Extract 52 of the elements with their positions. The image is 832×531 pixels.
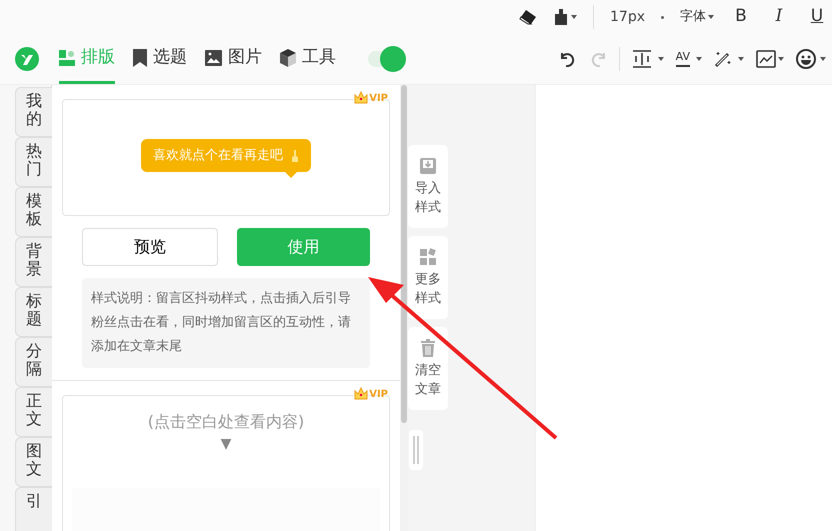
category-tab[interactable]: 背景: [15, 237, 52, 287]
font-family-dropdown[interactable]: 字体: [680, 7, 714, 27]
arrow-label: ▼: [220, 435, 232, 454]
image-icon: [205, 50, 222, 66]
crown-icon: [354, 91, 368, 104]
category-tab[interactable]: 标题: [15, 287, 52, 337]
category-tab[interactable]: 热门: [15, 137, 52, 187]
category-tab[interactable]: 分隔: [15, 337, 52, 387]
toggle-switch[interactable]: [366, 46, 406, 72]
style-description: 样式说明：留言区抖动样式，点击插入后引导粉丝点击在看，同时增加留言区的互动性，请添加在文章末尾: [91, 290, 352, 356]
underline-button[interactable]: U: [806, 4, 828, 30]
nav-tab[interactable]: 工具: [280, 34, 336, 84]
side-action-button[interactable]: 导入样式: [408, 145, 448, 228]
bold-button[interactable]: B: [730, 4, 752, 30]
caret-icon: [738, 57, 744, 61]
trash-icon: [420, 338, 436, 356]
nav-tab[interactable]: 图片: [205, 34, 262, 84]
category-tab[interactable]: 模板: [15, 187, 52, 237]
font-size-selector[interactable]: 17px: [610, 6, 653, 28]
nav-tab[interactable]: 选题: [133, 34, 187, 84]
chart-image-icon[interactable]: [756, 50, 776, 68]
download-tray-icon: [419, 156, 437, 174]
preview-button[interactable]: 预览: [82, 228, 218, 266]
bubble-text: 喜欢就点个在看再走吧: [153, 146, 283, 165]
italic-button[interactable]: I: [768, 4, 790, 30]
side-action-button[interactable]: 清空文章: [408, 327, 448, 410]
caret-icon: [778, 57, 784, 61]
category-tab[interactable]: 正文: [15, 387, 52, 437]
category-tab[interactable]: 引: [15, 487, 52, 531]
caret-icon: [571, 15, 577, 19]
magic-wand-icon[interactable]: [714, 50, 732, 68]
caret-icon: [658, 57, 664, 61]
resize-handle[interactable]: [409, 430, 423, 470]
layout-icon: [59, 50, 75, 66]
eraser-icon[interactable]: [519, 9, 537, 25]
bubble-tail: [285, 172, 297, 178]
category-tab[interactable]: 图文: [15, 437, 52, 487]
side-action-button[interactable]: 更多样式: [408, 236, 448, 319]
cube-icon: [280, 48, 296, 66]
bookmark-icon: [133, 48, 147, 66]
hint-text: (点击空白处查看内容): [148, 411, 304, 433]
scrollbar-thumb[interactable]: [401, 85, 407, 423]
line-height-icon[interactable]: [632, 49, 652, 69]
grid-blocks-icon: [419, 248, 437, 266]
caret-icon: [696, 57, 702, 61]
category-tab[interactable]: 我的: [15, 87, 52, 137]
letter-spacing-button[interactable]: AV: [676, 51, 690, 67]
crown-icon: [354, 387, 368, 400]
emoji-icon[interactable]: [796, 49, 816, 69]
caret-icon: [820, 57, 826, 61]
undo-icon[interactable]: [558, 51, 577, 67]
caret-icon: [708, 15, 714, 19]
